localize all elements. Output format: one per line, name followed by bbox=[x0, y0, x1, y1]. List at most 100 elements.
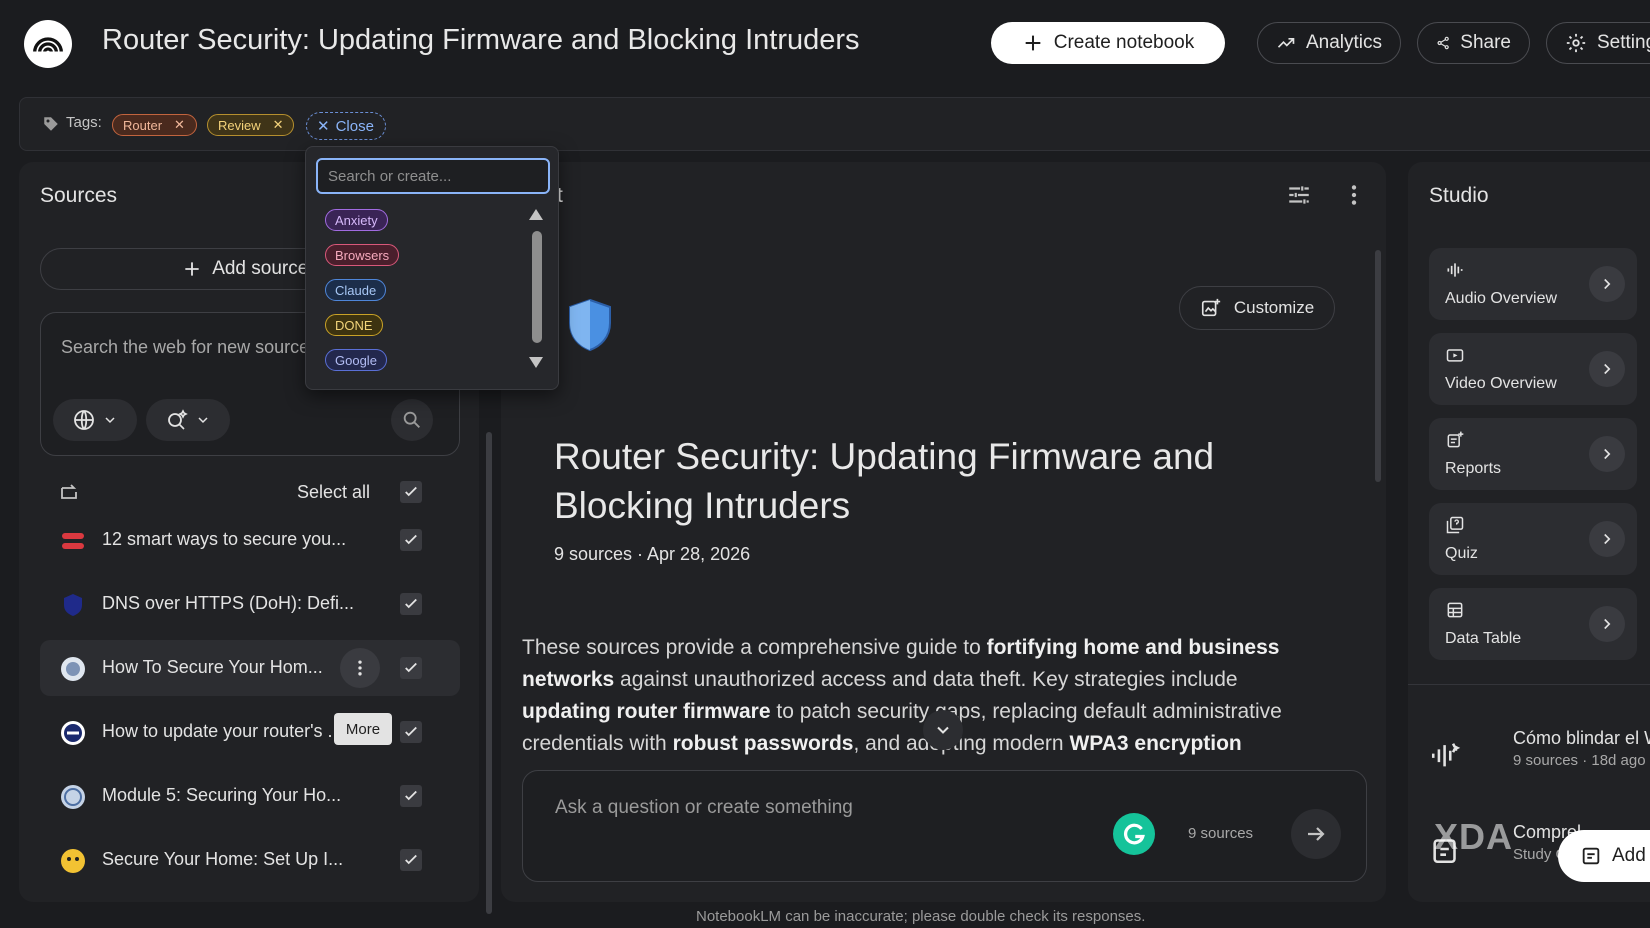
source-count: 9 sources bbox=[1188, 825, 1254, 842]
source-title: DNS over HTTPS (DoH): Defi... bbox=[102, 593, 355, 613]
studio-card-video-overview[interactable]: Video Overview bbox=[1429, 333, 1637, 405]
dropdown-scrollbar[interactable] bbox=[532, 231, 542, 343]
studio-card-label: Video Overview bbox=[1445, 375, 1557, 392]
scroll-down-button[interactable] bbox=[923, 710, 963, 750]
source-more-button[interactable] bbox=[340, 648, 380, 688]
chevron-right-icon[interactable] bbox=[1589, 266, 1625, 302]
checkmark-icon bbox=[405, 790, 417, 801]
studio-card-data-table[interactable]: Data Table bbox=[1429, 588, 1637, 660]
chevron-right-icon[interactable] bbox=[1589, 351, 1625, 387]
remove-tag-icon[interactable]: ✕ bbox=[174, 117, 185, 133]
research-mode-dropdown[interactable] bbox=[146, 399, 230, 441]
source-item[interactable]: How To Secure Your Hom... bbox=[40, 640, 460, 696]
scroll-up-arrow[interactable] bbox=[529, 209, 543, 220]
analytics-label: Analytics bbox=[1305, 32, 1382, 53]
notebooklm-logo-icon bbox=[33, 37, 63, 56]
source-item[interactable]: Module 5: Securing Your Ho... bbox=[40, 768, 460, 824]
more-vert-icon[interactable] bbox=[1341, 182, 1367, 208]
tag-option-google[interactable]: Google bbox=[325, 349, 387, 371]
grammarly-icon[interactable] bbox=[1113, 813, 1155, 855]
studio-card-audio-overview[interactable]: Audio Overview bbox=[1429, 248, 1637, 320]
tag-chip-review: Review ✕ bbox=[207, 114, 294, 136]
analytics-button[interactable]: Analytics bbox=[1257, 22, 1401, 64]
note-title: Cómo blindar el W bbox=[1513, 728, 1650, 748]
source-checkbox[interactable] bbox=[400, 657, 422, 679]
studio-divider bbox=[1408, 684, 1650, 685]
web-source-dropdown[interactable] bbox=[53, 399, 137, 441]
studio-card-reports[interactable]: Reports bbox=[1429, 418, 1637, 490]
chevron-right-icon[interactable] bbox=[1589, 436, 1625, 472]
create-notebook-label: Create notebook bbox=[1053, 32, 1195, 53]
share-icon bbox=[1437, 36, 1449, 50]
search-submit-button[interactable] bbox=[391, 399, 433, 441]
customize-icon bbox=[1201, 298, 1221, 317]
table-icon bbox=[1447, 602, 1463, 618]
notebook-title[interactable]: Router Security: Updating Firmware and B… bbox=[102, 24, 860, 57]
expressvpn-icon bbox=[62, 533, 84, 549]
tag-search-input[interactable] bbox=[316, 158, 550, 194]
chat-input[interactable]: Ask a question or create something bbox=[555, 797, 853, 819]
checkmark-icon bbox=[405, 598, 417, 609]
link-icon bbox=[61, 721, 85, 745]
checkmark-icon bbox=[405, 534, 417, 545]
arrow-right-icon bbox=[1308, 827, 1325, 841]
source-title: Module 5: Securing Your Ho... bbox=[102, 785, 342, 805]
notebooklm-logo[interactable] bbox=[24, 20, 72, 68]
source-item[interactable]: 12 smart ways to secure you... bbox=[40, 512, 460, 568]
tags-label: Tags: bbox=[66, 114, 102, 131]
scroll-down-arrow[interactable] bbox=[529, 357, 543, 368]
close-tags-button[interactable]: ✕ Close bbox=[306, 112, 386, 140]
remove-tag-icon[interactable]: ✕ bbox=[273, 117, 284, 133]
reports-icon bbox=[1447, 431, 1464, 448]
select-all-checkbox[interactable] bbox=[400, 481, 422, 503]
audio-waveform-icon bbox=[1431, 743, 1461, 767]
discover-sources-icon[interactable] bbox=[58, 480, 82, 504]
chevron-down-icon bbox=[937, 726, 949, 734]
chevron-right-icon[interactable] bbox=[1589, 521, 1625, 557]
chevron-right-icon[interactable] bbox=[1589, 606, 1625, 642]
source-checkbox[interactable] bbox=[400, 785, 422, 807]
checkmark-icon bbox=[405, 486, 417, 497]
chat-panel: t Customize Router Security: Updating Fi… bbox=[501, 162, 1386, 902]
studio-note-item[interactable]: Cómo blindar el W 9 sources · 18d ago bbox=[1429, 728, 1650, 784]
share-button[interactable]: Share bbox=[1417, 22, 1530, 64]
chevron-right-glyph bbox=[1604, 618, 1611, 630]
note-subtitle: 9 sources · 18d ago bbox=[1513, 752, 1646, 769]
source-checkbox[interactable] bbox=[400, 721, 422, 743]
summary-text: These sources provide a comprehensive gu… bbox=[522, 636, 987, 659]
chat-scrollbar[interactable] bbox=[1375, 250, 1381, 482]
checkmark-icon bbox=[405, 662, 417, 673]
customize-button[interactable]: Customize bbox=[1179, 286, 1335, 330]
settings-button[interactable]: Setting bbox=[1546, 22, 1650, 64]
source-item[interactable]: DNS over HTTPS (DoH): Defi... bbox=[40, 576, 460, 632]
studio-card-label: Reports bbox=[1445, 460, 1502, 477]
source-checkbox[interactable] bbox=[400, 849, 422, 871]
studio-heading: Studio bbox=[1429, 184, 1489, 207]
customize-label: Customize bbox=[1233, 298, 1315, 317]
studio-card-quiz[interactable]: Quiz bbox=[1429, 503, 1637, 575]
tune-icon[interactable] bbox=[1286, 182, 1312, 208]
source-item[interactable]: Secure Your Home: Set Up I... bbox=[40, 832, 460, 888]
tag-chip-router: Router ✕ bbox=[112, 114, 197, 136]
source-item[interactable]: How to update your router's ... bbox=[40, 704, 460, 760]
notebook-meta: 9 sources · Apr 28, 2026 bbox=[554, 544, 751, 564]
research-sparkle-icon bbox=[168, 409, 188, 430]
tag-option-anxiety[interactable]: Anxiety bbox=[325, 209, 388, 231]
sources-heading: Sources bbox=[40, 184, 118, 207]
source-checkbox[interactable] bbox=[400, 593, 422, 615]
create-notebook-button[interactable]: Create notebook bbox=[991, 22, 1225, 64]
source-checkbox[interactable] bbox=[400, 529, 422, 551]
summary-bold: updating router firmware bbox=[522, 700, 771, 723]
add-note-button[interactable]: Add bbox=[1558, 830, 1650, 882]
send-button[interactable] bbox=[1291, 809, 1341, 859]
tag-option-claude[interactable]: Claude bbox=[325, 279, 387, 301]
studio-card-label: Quiz bbox=[1445, 545, 1478, 562]
tag-option-browsers[interactable]: Browsers bbox=[325, 244, 400, 266]
web-search-input[interactable]: Search the web for new sources bbox=[61, 337, 341, 358]
shield-emoji-icon bbox=[569, 298, 611, 352]
studio-card-label: Audio Overview bbox=[1445, 290, 1558, 307]
tag-option-done[interactable]: DONE bbox=[325, 314, 383, 336]
notebook-summary: These sources provide a comprehensive gu… bbox=[522, 632, 1322, 760]
sources-scrollbar[interactable] bbox=[486, 432, 492, 914]
notebook-overview-title: Router Security: Updating Firmware and B… bbox=[554, 436, 1215, 526]
